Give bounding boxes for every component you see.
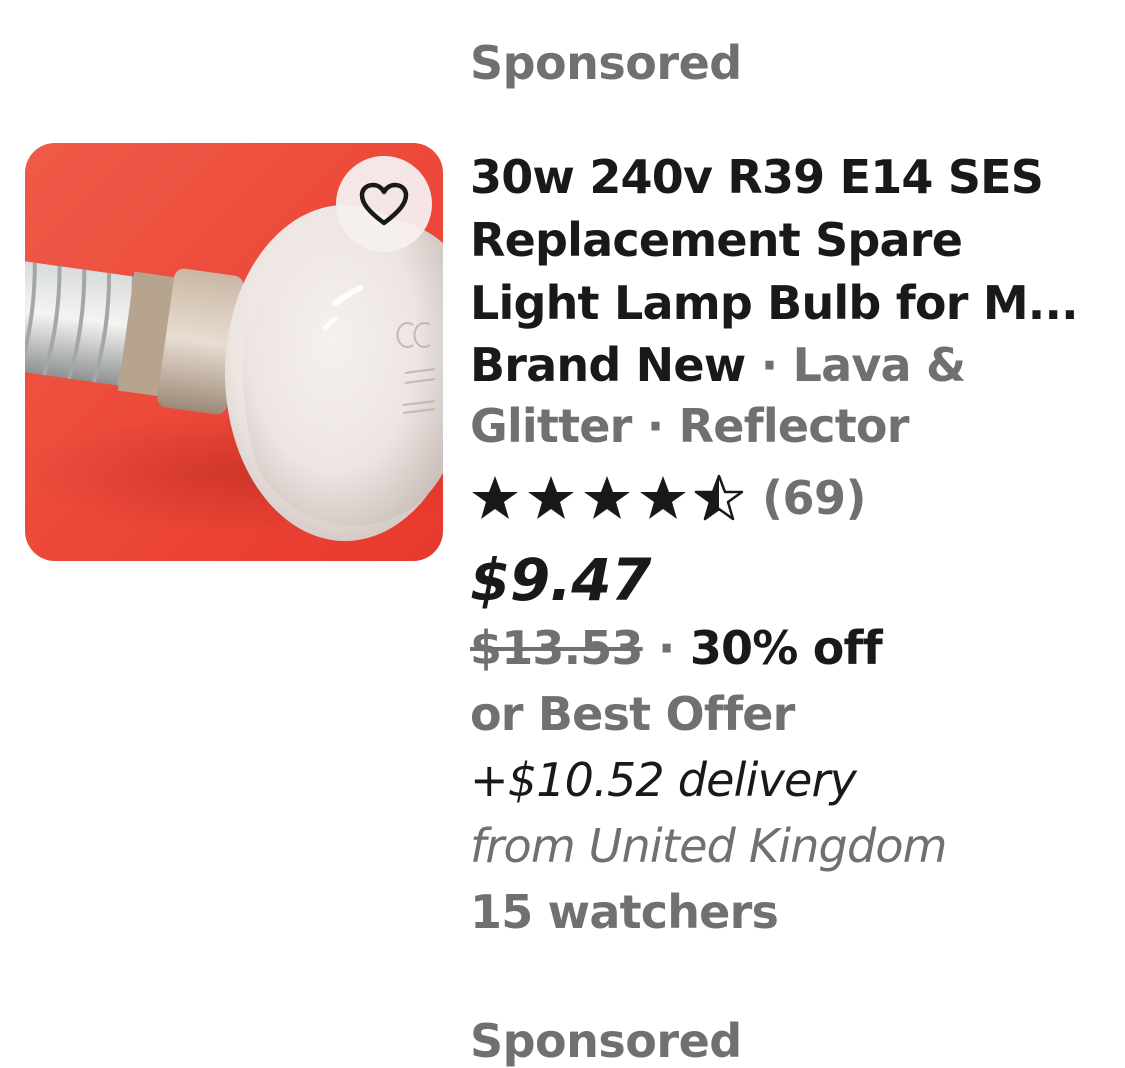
item-origin: from United Kingdom — [470, 819, 948, 873]
listing-title[interactable]: 30w 240v R39 E14 SES Replacement Spare L… — [470, 146, 1110, 335]
next-listing-sponsored-label: Sponsored — [470, 1014, 742, 1068]
listing-subtitle: Brand New · Lava & Glitter · Reflector — [470, 335, 1110, 457]
attribute-reflector: Reflector — [678, 399, 910, 453]
discount-percent: 30% off — [689, 621, 883, 675]
attribute-lava-glitter: Lava & — [792, 338, 967, 392]
star-full-icon — [584, 476, 630, 519]
listing-info: 30w 240v R39 E14 SES Replacement Spare L… — [470, 146, 1110, 945]
title-line: Light Lamp Bulb for M... — [470, 276, 1079, 330]
separator-dot: · — [642, 621, 690, 675]
condition-label: Brand New — [470, 338, 746, 392]
title-line: 30w 240v R39 E14 SES — [470, 150, 1044, 204]
star-half-icon — [694, 474, 744, 521]
rating-row[interactable]: (69) — [470, 469, 1110, 527]
listing-card[interactable]: 30w 240v R39 E14 SES Replacement Spare L… — [0, 0, 1125, 1000]
current-price: $9.47 — [470, 546, 651, 614]
attribute-lava-glitter-cont: Glitter — [470, 399, 632, 453]
separator-dot: · — [631, 399, 679, 453]
watch-button[interactable] — [336, 156, 432, 252]
star-full-icon — [472, 476, 518, 519]
separator-dot: · — [745, 338, 793, 392]
watchers-count: 15 watchers — [470, 885, 779, 939]
star-full-icon — [528, 476, 574, 519]
star-rating — [470, 473, 750, 523]
heart-icon — [359, 182, 409, 226]
star-full-icon — [640, 476, 686, 519]
title-line: Replacement Spare — [470, 213, 963, 267]
best-offer-label: or Best Offer — [470, 687, 795, 741]
original-price: $13.53 — [470, 621, 644, 675]
rating-count: (69) — [762, 471, 867, 525]
delivery-cost: +$10.52 delivery — [470, 753, 857, 807]
discount-row: $13.53 · 30% off — [470, 615, 1110, 681]
